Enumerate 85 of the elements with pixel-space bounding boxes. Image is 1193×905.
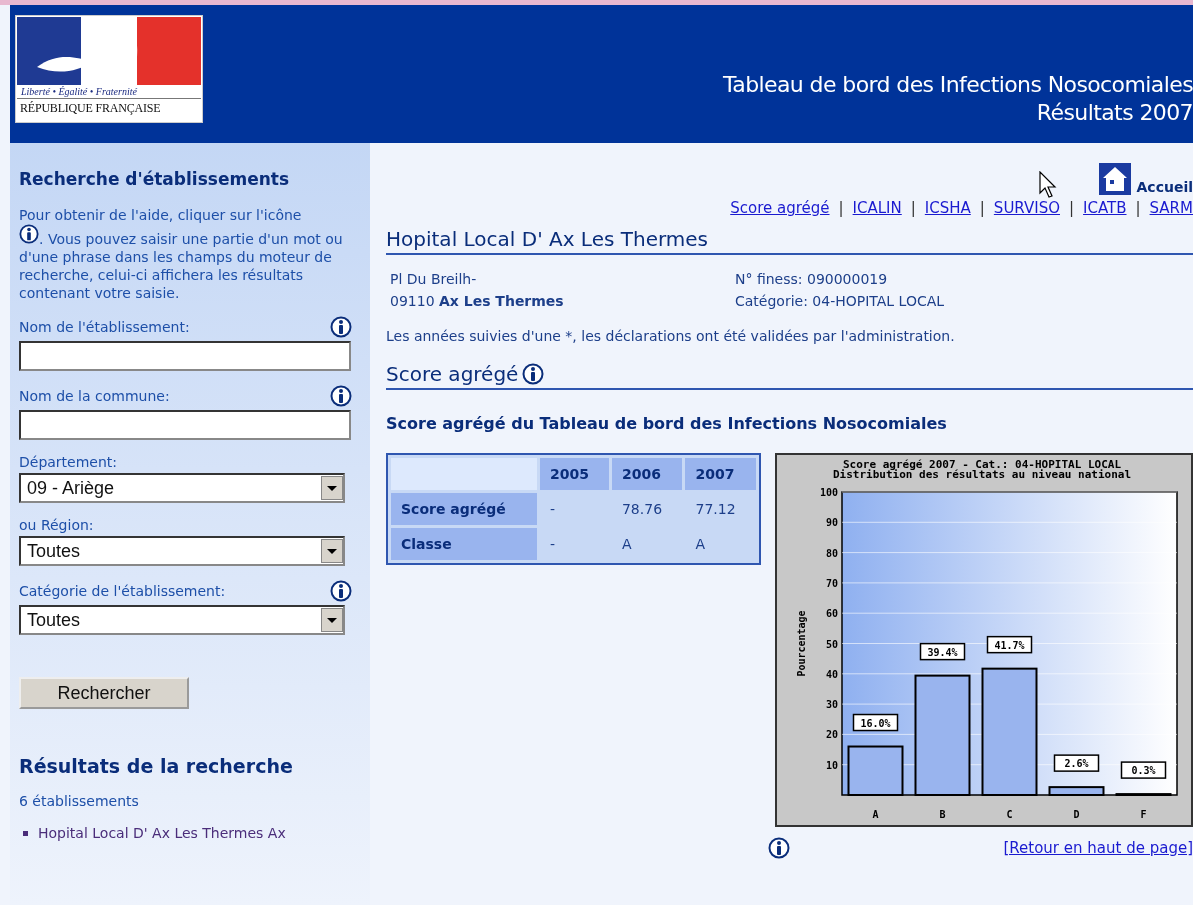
y-tick-label: 80: [825, 547, 838, 559]
field-label: Département:: [19, 454, 118, 470]
city-address: 09110 Ax Les Thermes: [390, 293, 565, 309]
page-subtitle: Résultats 2007: [1036, 99, 1193, 127]
page-title: Tableau de bord des Infections Nosocomiales: [723, 71, 1193, 99]
table-header-cell: 2005: [540, 458, 609, 490]
x-tick-label: C: [1006, 809, 1013, 820]
dropdown[interactable]: Toutes: [19, 536, 345, 566]
field-label: Catégorie de l'établissement:: [19, 583, 226, 599]
dropdown[interactable]: 09 - Ariège: [19, 473, 345, 503]
nav-link[interactable]: SARM: [1149, 199, 1193, 217]
bar: [1048, 786, 1105, 796]
results-count: 6 établissements: [19, 793, 140, 809]
info-icon[interactable]: [330, 385, 352, 407]
field-label: Nom de la commune:: [19, 388, 170, 404]
info-icon[interactable]: [522, 363, 545, 385]
table-cell-text: -: [549, 535, 557, 554]
info-icon[interactable]: [768, 837, 790, 859]
results-title: Résultats de la recherche: [19, 755, 294, 777]
y-tick-label: 90: [825, 517, 838, 529]
street-address: Pl Du Breilh-: [390, 271, 478, 287]
section-title: Score agrégé: [386, 362, 519, 386]
x-tick-label: A: [872, 809, 879, 820]
logo-text: RÉPUBLIQUE FRANÇAISE: [19, 100, 162, 117]
input-field[interactable]: [19, 410, 351, 440]
logo-motto: Liberté • Égalité • Fraternité: [17, 85, 201, 99]
table-header-cell: 2007: [685, 458, 756, 490]
value-label: 2.6%: [1053, 754, 1100, 772]
field-label: Nom de l'établissement:: [19, 319, 190, 335]
y-tick-label: 50: [825, 638, 838, 650]
table-header-cell: 2006: [611, 458, 683, 490]
result-link[interactable]: Hopital Local D' Ax Les Thermes Ax: [38, 825, 286, 841]
nav-link[interactable]: ICALIN: [852, 199, 902, 217]
x-tick-label: D: [1073, 809, 1080, 820]
nav-separator: |: [910, 199, 916, 217]
house-icon: [1098, 163, 1131, 195]
info-icon[interactable]: [330, 316, 352, 338]
help-text: Pour obtenir de l'aide, cliquer sur l'icône . Vous pouvez saisir une partie d'un mot ou d'une phrase dans les champs du moteur de recherche, celui-ci affichera les résultats contenant votre saisie.: [19, 206, 344, 302]
sidebar-title: Recherche d'établissements: [19, 169, 291, 189]
y-axis-label: Pourcentage: [796, 610, 807, 677]
nav-separator: |: [979, 199, 985, 217]
nav-link[interactable]: Score agrégé: [730, 199, 830, 217]
row-header-cell: Score agrégé: [391, 493, 537, 525]
x-tick-label: F: [1140, 809, 1147, 820]
hospital-name: Hopital Local D' Ax Les Thermes: [386, 227, 708, 251]
table-cell-text: 78.76: [620, 500, 664, 519]
bullet-icon: [23, 830, 28, 836]
table-cell-text: 77.12: [694, 500, 737, 519]
cursor-icon: [1038, 171, 1059, 199]
x-tick-label: B: [939, 809, 946, 820]
section-subtitle: Score agrégé du Tableau de bord des Infections Nosocomiales: [386, 414, 948, 433]
bar: [847, 745, 904, 796]
back-to-top-link[interactable]: [Retour en haut de page]: [1003, 839, 1193, 857]
info-icon[interactable]: [330, 580, 352, 602]
category: Catégorie: 04-HOPITAL LOCAL: [735, 293, 946, 309]
nav-separator: |: [1135, 199, 1141, 217]
nav-separator: |: [838, 199, 844, 217]
value-label: 0.3%: [1120, 761, 1167, 779]
y-tick-label: 40: [825, 668, 838, 680]
y-tick-label: 60: [825, 608, 838, 620]
row-header-cell: Classe: [391, 528, 537, 560]
value-label: 39.4%: [919, 642, 966, 661]
value-label: 16.0%: [852, 713, 899, 732]
field-label: ou Région:: [19, 517, 94, 533]
input-field[interactable]: [19, 341, 351, 371]
dropdown[interactable]: Toutes: [19, 605, 345, 635]
home-link[interactable]: Accueil: [1098, 163, 1193, 195]
nav-link[interactable]: ICSHA: [924, 199, 971, 217]
info-icon[interactable]: [19, 224, 39, 244]
y-tick-label: 70: [825, 577, 838, 589]
y-tick-label: 20: [825, 729, 838, 741]
validation-note: Les années suivies d'une *, les déclarations ont été validées par l'administration.: [386, 328, 956, 344]
nav-link[interactable]: SURVISO: [993, 199, 1060, 217]
y-tick-label: 30: [825, 699, 838, 711]
table-cell-text: A: [620, 535, 633, 554]
bar: [1115, 793, 1172, 796]
value-label: 41.7%: [986, 635, 1033, 654]
nav-separator: |: [1069, 199, 1075, 217]
table-cell-text: -: [549, 500, 557, 519]
y-tick-label: 10: [825, 759, 838, 771]
nav-link[interactable]: ICATB: [1083, 199, 1127, 217]
finess-number: N° finess: 090000019: [735, 271, 889, 287]
y-tick-label: 100: [819, 487, 838, 498]
search-button[interactable]: Rechercher: [19, 677, 189, 709]
table-cell-text: A: [694, 535, 707, 554]
